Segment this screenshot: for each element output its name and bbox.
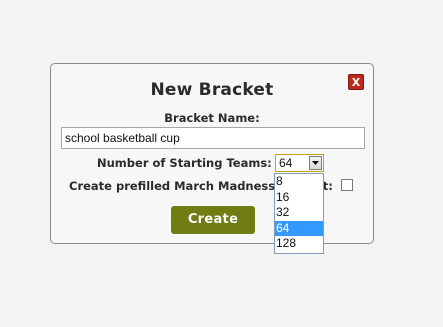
starting-teams-selected-value: 64 xyxy=(279,156,293,170)
close-icon: X xyxy=(351,76,361,89)
starting-teams-select[interactable]: 64 xyxy=(275,154,324,172)
starting-teams-label: Number of Starting Teams: xyxy=(97,156,272,170)
bracket-name-label: Bracket Name: xyxy=(164,111,260,125)
dropdown-arrow-button[interactable] xyxy=(309,156,322,170)
dropdown-option[interactable]: 32 xyxy=(275,205,323,221)
chevron-down-icon xyxy=(312,161,319,165)
prefill-march-madness-checkbox[interactable] xyxy=(341,179,353,191)
dropdown-option[interactable]: 64 xyxy=(275,220,323,236)
dropdown-option[interactable]: 128 xyxy=(275,236,323,252)
create-button[interactable]: Create xyxy=(171,206,255,234)
dropdown-option[interactable]: 16 xyxy=(275,190,323,206)
dropdown-option[interactable]: 8 xyxy=(275,174,323,190)
new-bracket-dialog: New Bracket X Bracket Name: school baske… xyxy=(50,63,374,244)
close-button[interactable]: X xyxy=(348,74,364,90)
bracket-name-input[interactable]: school basketball cup xyxy=(61,127,365,149)
starting-teams-dropdown-list: 8 16 32 64 128 xyxy=(274,173,324,254)
dialog-title: New Bracket xyxy=(150,80,274,100)
page: New Bracket X Bracket Name: school baske… xyxy=(0,0,443,327)
